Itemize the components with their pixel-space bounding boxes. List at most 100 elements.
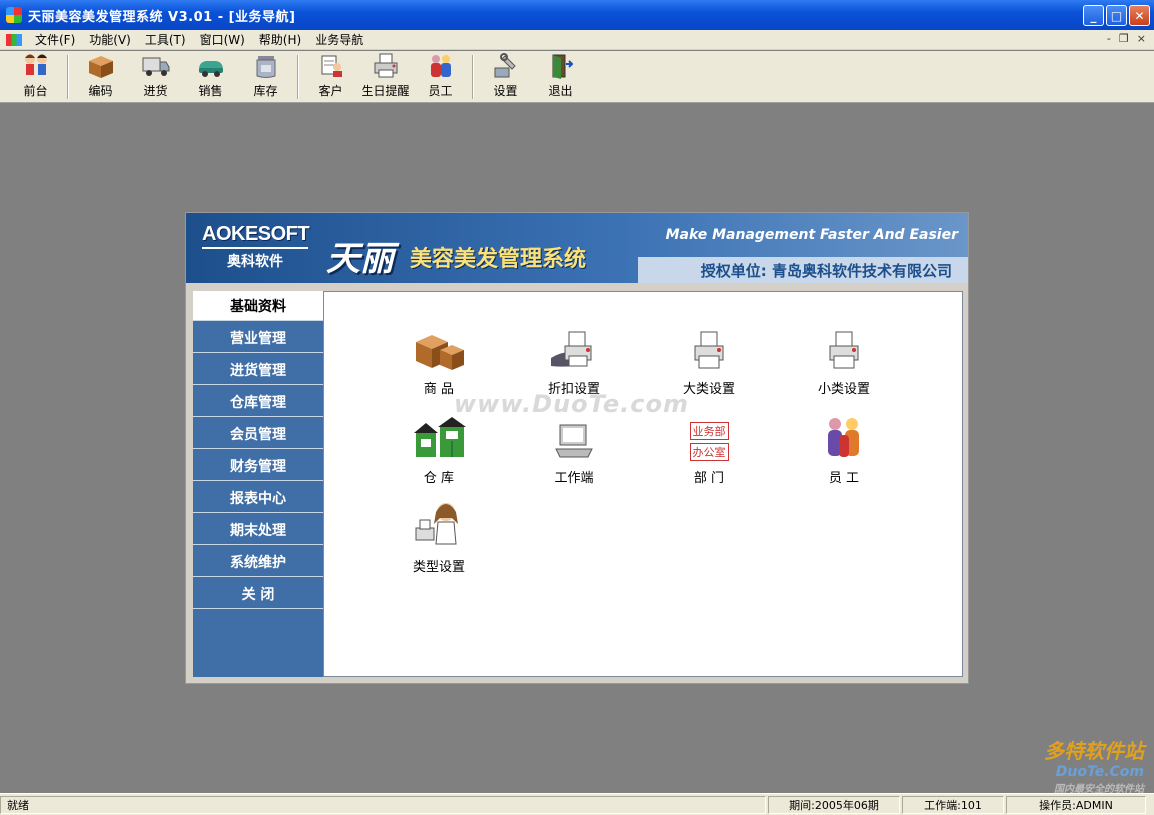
terminal-icon xyxy=(519,409,629,461)
tools-icon xyxy=(491,52,521,80)
menu-business-nav[interactable]: 业务导航 xyxy=(308,31,370,48)
item-workstation[interactable]: 工作端 xyxy=(519,409,629,486)
item-label: 员 工 xyxy=(828,471,860,486)
close-button[interactable]: ✕ xyxy=(1129,5,1150,26)
toolbar-sales-button[interactable]: 销售 xyxy=(183,52,238,102)
window-title: 天丽美容美发管理系统 V3.01 - [业务导航] xyxy=(28,9,296,25)
status-bar: 就绪 期间:2005年06期 工作端:101 操作员:ADMIN xyxy=(0,793,1154,815)
boxes-icon xyxy=(384,320,494,372)
status-terminal: 工作端:101 xyxy=(902,795,1004,814)
nav-purchase-management[interactable]: 进货管理 xyxy=(193,355,323,385)
car-icon xyxy=(196,52,226,80)
nav-basic-data[interactable]: 基础资料 xyxy=(193,291,323,321)
box-icon xyxy=(86,52,116,80)
customer-icon xyxy=(316,52,346,80)
dept-tag-business: 业务部 xyxy=(689,422,729,440)
nav-close[interactable]: 关 闭 xyxy=(193,579,323,609)
item-label: 折扣设置 xyxy=(547,382,600,397)
toolbar-front-desk-button[interactable]: 前台 xyxy=(8,52,63,102)
minimize-button[interactable]: _ xyxy=(1083,5,1104,26)
nav-finance-management[interactable]: 财务管理 xyxy=(193,451,323,481)
nav-report-center[interactable]: 报表中心 xyxy=(193,483,323,513)
truck-icon xyxy=(141,52,171,80)
dept-tag-office: 办公室 xyxy=(689,443,729,461)
maximize-button[interactable]: □ xyxy=(1106,5,1127,26)
item-label: 大类设置 xyxy=(682,382,735,397)
toolbar-label: 退出 xyxy=(548,84,573,98)
type-setting-icon xyxy=(384,498,494,550)
jar-icon xyxy=(251,52,281,80)
business-navigation-panel: AOKESOFT 奥科软件 天丽 美容美发管理系统 Make Managemen… xyxy=(185,212,969,684)
item-discount-settings[interactable]: 折扣设置 xyxy=(519,320,629,397)
toolbar-separator xyxy=(297,55,299,99)
nav-system-maintenance[interactable]: 系统维护 xyxy=(193,547,323,577)
toolbar-label: 客户 xyxy=(318,84,343,98)
mdi-minimize-button[interactable]: - xyxy=(1107,32,1111,45)
toolbar-label: 进货 xyxy=(143,84,168,98)
mdi-close-button[interactable]: × xyxy=(1137,32,1146,45)
menu-help[interactable]: 帮助(H) xyxy=(252,31,308,48)
nav-business-management[interactable]: 营业管理 xyxy=(193,323,323,353)
menu-function[interactable]: 功能(V) xyxy=(82,31,138,48)
brand-title: 天丽 xyxy=(326,239,394,279)
item-label: 工作端 xyxy=(554,471,594,486)
item-label: 类型设置 xyxy=(412,560,465,575)
logo-chinese: 奥科软件 xyxy=(227,254,283,270)
brand-subtitle: 美容美发管理系统 xyxy=(410,247,587,272)
toolbar-inventory-button[interactable]: 库存 xyxy=(238,52,293,102)
toolbar-customer-button[interactable]: 客户 xyxy=(303,52,358,102)
toolbar-staff-button[interactable]: 员工 xyxy=(413,52,468,102)
toolbar-label: 销售 xyxy=(198,84,223,98)
status-period: 期间:2005年06期 xyxy=(768,795,900,814)
item-category-settings[interactable]: 大类设置 xyxy=(654,320,764,397)
nav-member-management[interactable]: 会员管理 xyxy=(193,419,323,449)
toolbar-label: 设置 xyxy=(493,84,518,98)
toolbar-label: 编码 xyxy=(88,84,113,98)
exit-door-icon xyxy=(546,52,576,80)
toolbar-purchase-button[interactable]: 进货 xyxy=(128,52,183,102)
nav-warehouse-management[interactable]: 仓库管理 xyxy=(193,387,323,417)
toolbar-separator xyxy=(67,55,69,99)
toolbar-birthday-reminder-button[interactable]: 生日提醒 xyxy=(358,52,413,102)
item-label: 小类设置 xyxy=(817,382,870,397)
toolbar-exit-button[interactable]: 退出 xyxy=(533,52,588,102)
mdi-child-icon[interactable] xyxy=(6,33,22,46)
corner-logo-title: 多特软件站 xyxy=(1044,739,1144,763)
category-nav: 基础资料 营业管理 进货管理 仓库管理 会员管理 财务管理 报表中心 期末处理 … xyxy=(193,291,323,677)
toolbar-label: 生日提醒 xyxy=(361,84,410,98)
toolbar-code-button[interactable]: 编码 xyxy=(73,52,128,102)
department-icon: 业务部 办公室 xyxy=(654,409,764,461)
people-icon xyxy=(21,52,51,80)
subcategory-printer-icon xyxy=(789,320,899,372)
license-info: 授权单位: 青岛奥科软件技术有限公司 xyxy=(638,257,968,283)
item-products[interactable]: 商 品 xyxy=(384,320,494,397)
menu-file[interactable]: 文件(F) xyxy=(28,31,82,48)
toolbar-settings-button[interactable]: 设置 xyxy=(478,52,533,102)
mdi-restore-button[interactable]: ❐ xyxy=(1119,32,1129,45)
banner: AOKESOFT 奥科软件 天丽 美容美发管理系统 Make Managemen… xyxy=(186,213,968,283)
toolbar-label: 前台 xyxy=(23,84,48,98)
category-printer-icon xyxy=(654,320,764,372)
logo-english: AOKESOFT xyxy=(202,223,310,249)
toolbar: 前台 编码 进货 销售 库存 客户 生日提醒 员工 设置 退出 xyxy=(0,51,1154,103)
item-subcategory-settings[interactable]: 小类设置 xyxy=(789,320,899,397)
nav-period-end[interactable]: 期末处理 xyxy=(193,515,323,545)
item-type-settings[interactable]: 类型设置 xyxy=(384,498,494,575)
title-bar: 天丽美容美发管理系统 V3.01 - [业务导航] _ □ ✕ xyxy=(0,0,1154,30)
status-ready: 就绪 xyxy=(0,795,766,814)
staff-icon xyxy=(426,52,456,80)
menu-window[interactable]: 窗口(W) xyxy=(193,31,252,48)
app-icon[interactable] xyxy=(6,7,22,23)
item-department[interactable]: 业务部 办公室 部 门 xyxy=(654,409,764,486)
toolbar-label: 库存 xyxy=(253,84,278,98)
function-grid: www.DuoTe.com 商 品 折扣设置 大类设置 小类设置 仓 库 工作端 xyxy=(323,291,963,677)
employees-icon xyxy=(789,409,899,461)
item-warehouse[interactable]: 仓 库 xyxy=(384,409,494,486)
item-label: 部 门 xyxy=(693,471,725,486)
slogan: Make Management Faster And Easier xyxy=(665,227,958,243)
menu-tools[interactable]: 工具(T) xyxy=(138,31,193,48)
item-employees[interactable]: 员 工 xyxy=(789,409,899,486)
printer-icon xyxy=(371,52,401,80)
corner-watermark-logo: 多特软件站 DuoTe.Com 国内最安全的软件站 xyxy=(1044,735,1144,795)
menu-bar: 文件(F) 功能(V) 工具(T) 窗口(W) 帮助(H) 业务导航 - ❐ × xyxy=(0,30,1154,50)
